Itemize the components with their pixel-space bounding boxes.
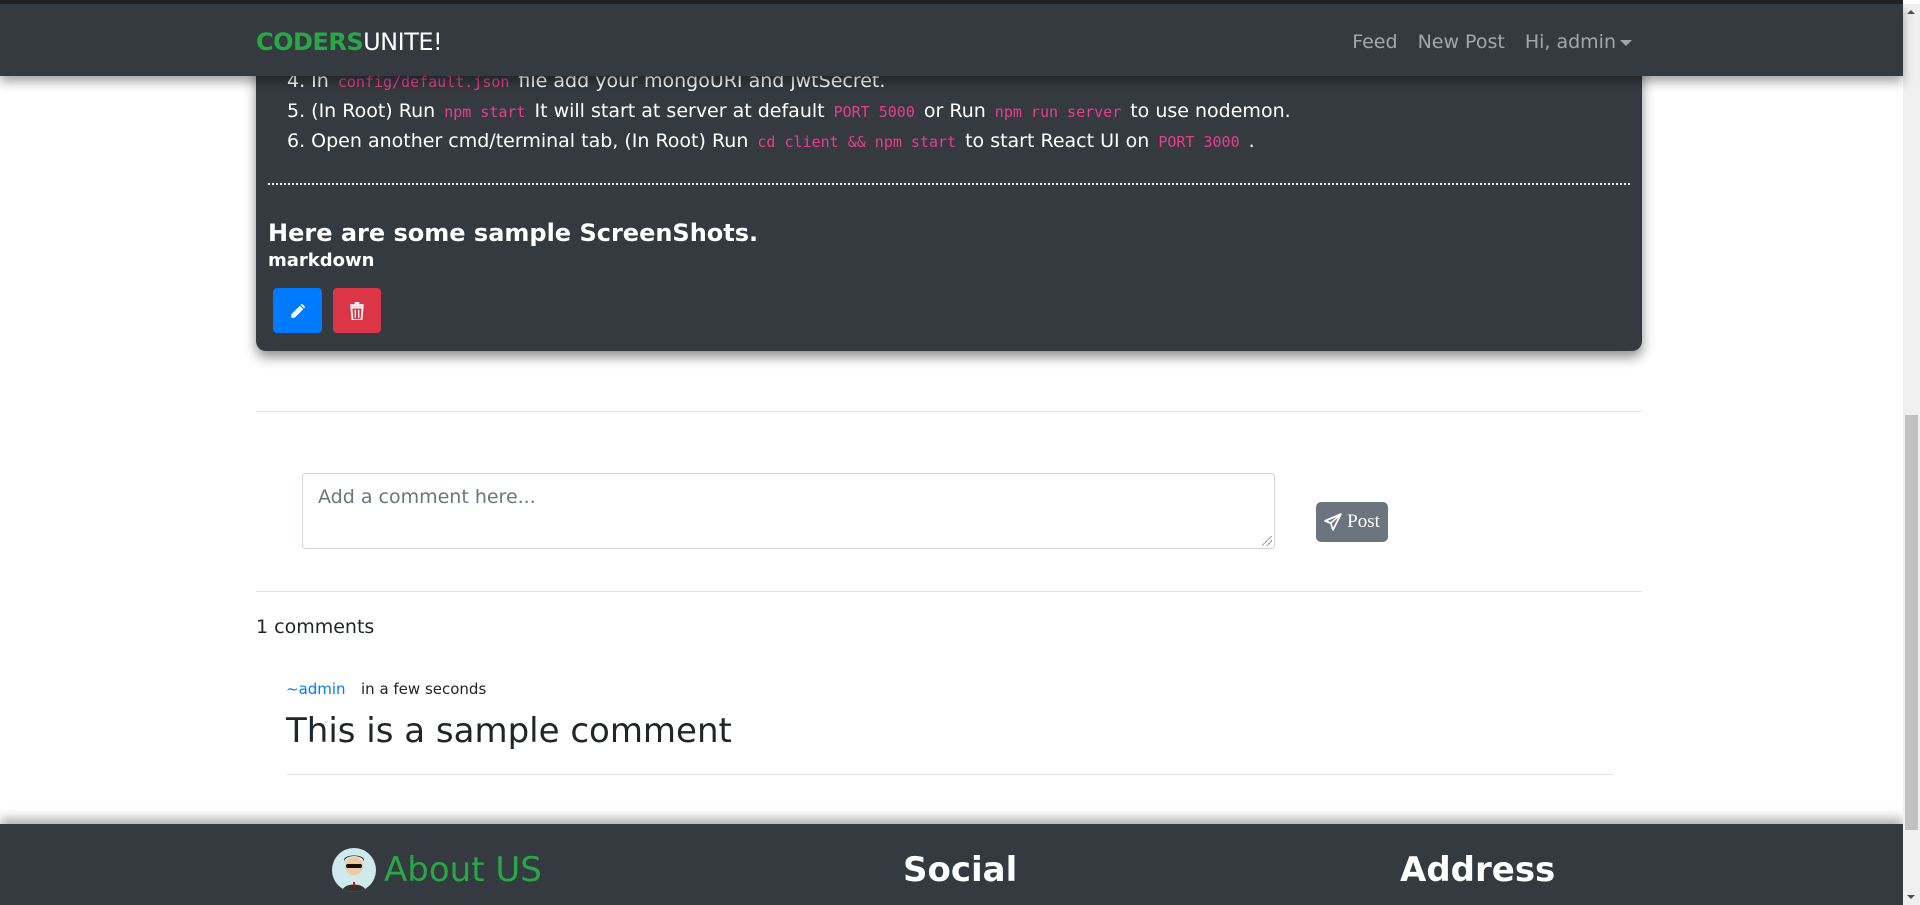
divider bbox=[256, 411, 1642, 412]
inline-code: cd client && npm start bbox=[757, 133, 957, 151]
navbar: CODERSUNITE! Feed New Post Hi, admin bbox=[0, 4, 1903, 76]
footer: About US Social Address bbox=[0, 824, 1903, 905]
nav-new-post[interactable]: New Post bbox=[1418, 31, 1505, 53]
caret-down-icon bbox=[1620, 39, 1632, 46]
nav-links: Feed New Post Hi, admin bbox=[1352, 31, 1632, 53]
footer-about: About US bbox=[332, 848, 542, 892]
inline-code: npm start bbox=[444, 103, 526, 121]
footer-address-heading: Address bbox=[1400, 850, 1556, 890]
step-6: 6. Open another cmd/terminal tab, (In Ro… bbox=[287, 130, 1255, 152]
inline-code: PORT 3000 bbox=[1158, 133, 1240, 151]
divider bbox=[256, 591, 1642, 592]
user-menu-dropdown[interactable]: Hi, admin bbox=[1525, 31, 1632, 53]
comment-input[interactable]: Add a comment here... bbox=[302, 473, 1275, 549]
footer-social-heading: Social bbox=[903, 850, 1018, 890]
scrollbar-thumb[interactable] bbox=[1905, 415, 1918, 830]
scroll-down-arrow-icon[interactable] bbox=[1907, 895, 1915, 899]
comment-placeholder: Add a comment here... bbox=[318, 486, 536, 508]
delete-post-button[interactable] bbox=[333, 288, 381, 333]
paper-plane-icon bbox=[1324, 513, 1342, 531]
nav-feed[interactable]: Feed bbox=[1352, 31, 1397, 53]
comment-divider bbox=[286, 774, 1613, 775]
comments-count: 1 comments bbox=[256, 616, 375, 638]
scroll-up-arrow-icon[interactable] bbox=[1907, 10, 1915, 14]
edit-post-button[interactable] bbox=[273, 288, 322, 333]
trash-icon bbox=[350, 301, 364, 320]
post-comment-button[interactable]: Post bbox=[1316, 502, 1388, 542]
inline-code: PORT 5000 bbox=[833, 103, 915, 121]
post-tag: markdown bbox=[268, 250, 375, 271]
dotted-divider bbox=[268, 183, 1630, 185]
resize-handle[interactable] bbox=[1262, 536, 1272, 546]
avatar bbox=[332, 848, 376, 892]
step-5: 5. (In Root) Run npm start It will start a… bbox=[287, 100, 1291, 122]
page-scrollbar[interactable] bbox=[1903, 4, 1920, 905]
inline-code: npm run server bbox=[994, 103, 1122, 121]
comment-time: in a few seconds bbox=[361, 680, 487, 698]
comment-text: This is a sample comment bbox=[286, 711, 732, 751]
pencil-icon bbox=[290, 303, 305, 318]
brand-logo[interactable]: CODERSUNITE! bbox=[256, 28, 443, 56]
screenshots-heading: Here are some sample ScreenShots. bbox=[268, 219, 759, 247]
comment-author-link[interactable]: ~admin bbox=[286, 680, 346, 698]
